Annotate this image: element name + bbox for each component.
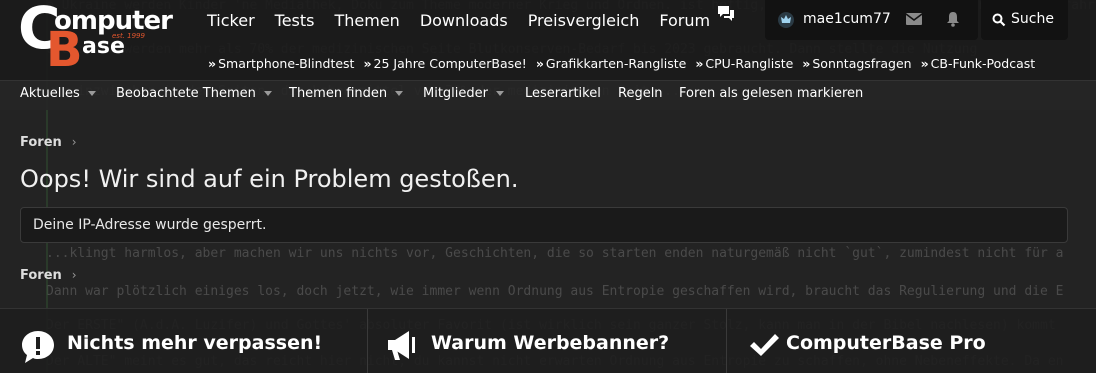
- megaphone-icon: [388, 331, 415, 360]
- subnav-leserartikel[interactable]: Leserartikel: [525, 86, 601, 101]
- quicklink-sonntagsfragen[interactable]: Sonntagsfragen: [802, 56, 911, 71]
- footer-item-cb-pro[interactable]: ComputerBase Pro: [748, 309, 1078, 373]
- bg-line: Dann war plötzlich einiges los, doch jet…: [46, 284, 1064, 299]
- footer-item-werbebanner[interactable]: Warum Werbebanner?: [385, 309, 725, 373]
- page-title: Oops! Wir sind auf ein Problem gestoßen.: [20, 165, 519, 193]
- subnav-beobachtete-themen[interactable]: Beobachtete Themen: [116, 86, 272, 101]
- sub-nav: Aktuelles Beobachtete Themen Themen find…: [0, 80, 1096, 110]
- subnav-label: Themen finden: [289, 86, 388, 101]
- chevron-down-icon: [87, 91, 96, 96]
- quicklink-25-jahre[interactable]: 25 Jahre ComputerBase!: [363, 56, 527, 71]
- avatar[interactable]: [777, 11, 795, 29]
- subnav-label: Mitglieder: [423, 86, 488, 101]
- breadcrumb-bottom: Foren ›: [20, 268, 77, 283]
- subnav-themen-finden[interactable]: Themen finden: [289, 86, 404, 101]
- bg-line: ...klingt harmlos, aber machen wir uns n…: [46, 246, 1064, 261]
- nav-tests[interactable]: Tests: [265, 10, 325, 32]
- site-logo[interactable]: C omputer B ase est. 1999: [18, 0, 173, 78]
- subnav-foren-gelesen[interactable]: Foren als gelesen markieren: [679, 86, 863, 101]
- chevron-right-icon: ›: [71, 268, 77, 282]
- footer-label: Nichts mehr verpassen!: [67, 332, 323, 354]
- quicklink-grafikkarten[interactable]: Grafikkarten-Rangliste: [536, 56, 686, 71]
- error-message: Deine IP-Adresse wurde gesperrt.: [33, 217, 267, 233]
- quicklink-smartphone-blindtest[interactable]: Smartphone-Blindtest: [208, 56, 354, 71]
- top-bar: C omputer B ase est. 1999 Ticker Tests T…: [0, 0, 1096, 80]
- subnav-label: Aktuelles: [20, 86, 80, 101]
- quick-links: Smartphone-Blindtest 25 Jahre ComputerBa…: [208, 56, 1035, 71]
- chat-icon[interactable]: [716, 4, 736, 22]
- breadcrumb-foren[interactable]: Foren: [20, 135, 62, 150]
- search-icon: [992, 13, 1006, 27]
- search-button[interactable]: Suche: [981, 0, 1068, 40]
- envelope-icon[interactable]: [906, 13, 922, 25]
- subnav-regeln[interactable]: Regeln: [618, 86, 663, 101]
- quicklink-cb-funk[interactable]: CB-Funk-Podcast: [921, 56, 1036, 71]
- username[interactable]: mae1cum77: [803, 11, 891, 27]
- search-label: Suche: [1011, 11, 1054, 27]
- chevron-down-icon: [395, 91, 404, 96]
- subnav-mitglieder[interactable]: Mitglieder: [423, 86, 504, 101]
- chevron-down-icon: [263, 91, 272, 96]
- checkmark-icon: [750, 334, 779, 356]
- exclamation-bubble-icon: [22, 331, 54, 363]
- bell-icon[interactable]: [946, 11, 960, 27]
- footer-label: ComputerBase Pro: [786, 332, 986, 354]
- logo-letter-b: B: [46, 22, 83, 78]
- chevron-right-icon: ›: [71, 135, 77, 149]
- nav-downloads[interactable]: Downloads: [410, 10, 518, 32]
- breadcrumb-foren[interactable]: Foren: [20, 268, 62, 283]
- logo-est: est. 1999: [112, 32, 145, 40]
- footer-divider: [726, 309, 727, 373]
- error-message-box: Deine IP-Adresse wurde gesperrt.: [20, 207, 1068, 243]
- nav-preisvergleich[interactable]: Preisvergleich: [518, 10, 650, 32]
- chevron-down-icon: [496, 91, 504, 96]
- footer-item-nichts-verpassen[interactable]: Nichts mehr verpassen!: [20, 309, 365, 373]
- quicklink-cpu[interactable]: CPU-Rangliste: [695, 56, 793, 71]
- nav-ticker[interactable]: Ticker: [197, 10, 265, 32]
- footer-bar: Nichts mehr verpassen! Warum Werbebanner…: [0, 308, 1096, 373]
- footer-label: Warum Werbebanner?: [431, 332, 670, 354]
- user-box: mae1cum77: [765, 0, 978, 40]
- footer-divider: [367, 309, 368, 373]
- subnav-label: Beobachtete Themen: [116, 86, 256, 101]
- nav-forum[interactable]: Forum: [649, 10, 720, 32]
- nav-themen[interactable]: Themen: [324, 10, 409, 32]
- subnav-aktuelles[interactable]: Aktuelles: [20, 86, 96, 101]
- breadcrumb: Foren ›: [20, 135, 77, 150]
- main-nav: Ticker Tests Themen Downloads Preisvergl…: [197, 10, 720, 32]
